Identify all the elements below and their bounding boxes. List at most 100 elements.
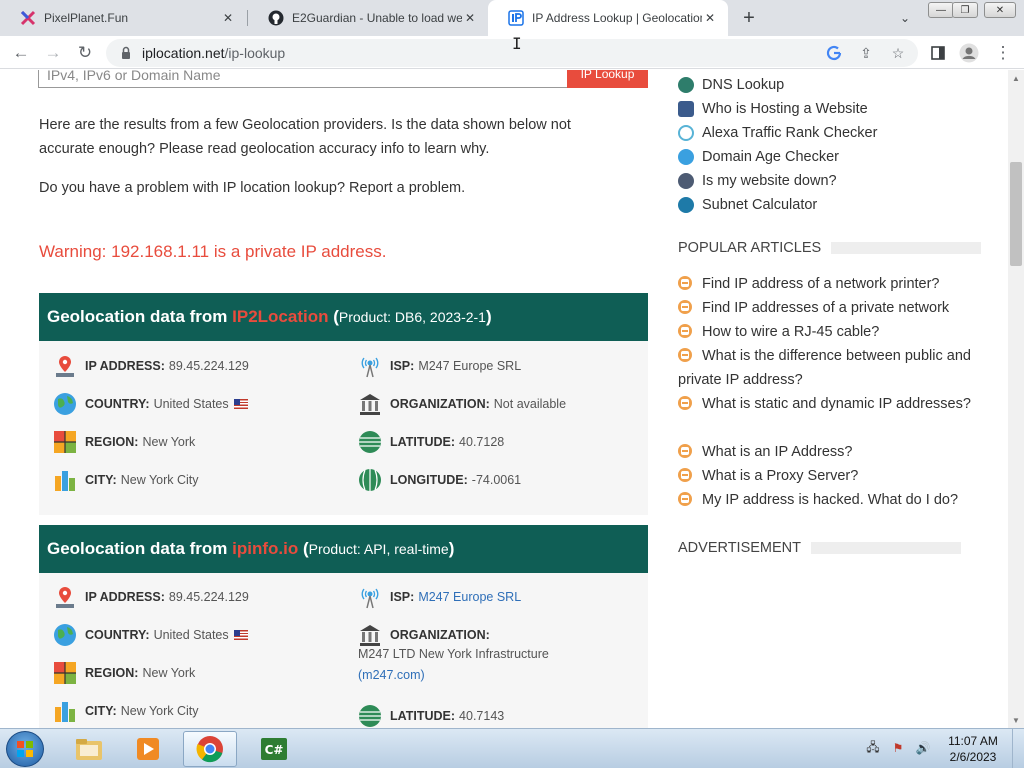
close-window-button[interactable]: ✕ — [984, 2, 1016, 18]
sidebar-item-label: Is my website down? — [702, 173, 837, 189]
article-title: What is the difference between public an… — [678, 348, 971, 388]
page-scrollbar[interactable]: ▲ ▼ — [1008, 70, 1024, 728]
article-link[interactable]: My IP address is hacked. What do I do? — [678, 488, 978, 512]
more-menu-icon[interactable]: ⋮ — [990, 40, 1016, 66]
close-icon[interactable]: ✕ — [220, 10, 236, 26]
longitude-globe-icon — [359, 469, 381, 491]
network-icon[interactable]: 🖧 — [864, 739, 882, 757]
article-link[interactable]: What is an IP Address? — [678, 440, 978, 464]
ip-address-row: IP ADDRESS: 89.45.224.129 — [53, 585, 249, 609]
back-button[interactable]: ← — [8, 40, 34, 66]
action-center-flag-icon[interactable]: ⚑ — [889, 739, 907, 757]
scroll-thumb[interactable] — [1010, 162, 1022, 266]
label: LONGITUDE: — [390, 473, 468, 487]
report-problem-text: Do you have a problem with IP location l… — [39, 180, 466, 196]
heading-text: ADVERTISEMENT — [678, 540, 802, 556]
close-icon[interactable]: ✕ — [702, 10, 718, 26]
alexa-ring-icon — [678, 125, 694, 141]
isp-link[interactable]: M247 Europe SRL — [418, 590, 521, 604]
article-link[interactable]: What is static and dynamic IP addresses? — [678, 392, 978, 416]
label: IP ADDRESS: — [85, 359, 165, 373]
tab-search-chevron-icon[interactable]: ⌄ — [895, 8, 915, 28]
close-icon[interactable]: ✕ — [462, 10, 478, 26]
ipinfo-panel: Geolocation data from ipinfo.io (Product… — [39, 525, 648, 728]
ip-address-row: IP ADDRESS: 89.45.224.129 — [53, 354, 249, 378]
tab-title: E2Guardian - Unable to load web — [292, 11, 462, 25]
provider-link[interactable]: IP2Location — [232, 307, 328, 326]
intro-line-2-pre: accurate enough? Please read — [39, 141, 241, 157]
article-title: What is a Proxy Server? — [702, 468, 859, 484]
url-path: /ip-lookup — [224, 45, 286, 61]
text-cursor-icon: I — [512, 34, 522, 53]
new-tab-button[interactable]: + — [737, 6, 761, 30]
tab-iplocation[interactable]: IP Address Lookup | Geolocation ✕ — [488, 0, 728, 36]
lock-icon[interactable] — [118, 45, 134, 61]
dns-icon — [678, 77, 694, 93]
heading-divider — [811, 542, 962, 554]
ip-lookup-button[interactable]: IP Lookup — [567, 70, 648, 88]
profile-avatar-icon[interactable] — [956, 40, 982, 66]
region-row: REGION: New York — [53, 661, 195, 685]
accuracy-link[interactable]: geolocation accuracy info — [241, 141, 405, 157]
reload-button[interactable]: ↻ — [72, 40, 98, 66]
product-info: Product: DB6, 2023-2-1 — [338, 309, 486, 325]
system-clock[interactable]: 11:07 AM 2/6/2023 — [940, 733, 1006, 765]
scroll-up-arrow-icon[interactable]: ▲ — [1008, 70, 1024, 86]
chrome-icon[interactable] — [183, 731, 237, 767]
label: IP ADDRESS: — [85, 590, 165, 604]
share-icon[interactable]: ⇪ — [856, 43, 876, 63]
scroll-down-arrow-icon[interactable]: ▼ — [1008, 712, 1024, 728]
volume-icon[interactable]: 🔊 — [914, 739, 932, 757]
article-link[interactable]: Find IP address of a network printer? — [678, 272, 978, 296]
tab-e2guardian[interactable]: E2Guardian - Unable to load web ✕ — [248, 0, 488, 36]
sidebar-item-subnet-calculator[interactable]: Subnet Calculator — [678, 197, 817, 213]
sidebar-item-domain-age[interactable]: Domain Age Checker — [678, 149, 839, 165]
sidebar-item-dns-lookup[interactable]: DNS Lookup — [678, 77, 784, 93]
start-button[interactable] — [6, 731, 44, 767]
article-link[interactable]: How to wire a RJ-45 cable? — [678, 320, 978, 344]
country-row: COUNTRY: United States — [53, 623, 248, 647]
show-desktop-button[interactable] — [1012, 729, 1024, 768]
sidebar-item-label: Who is Hosting a Website — [702, 101, 868, 117]
blogger-icon — [678, 324, 692, 338]
antenna-icon — [361, 588, 379, 609]
org-domain-link[interactable]: (m247.com) — [358, 668, 425, 682]
globe-icon — [54, 393, 76, 415]
file-explorer-icon[interactable] — [62, 731, 116, 767]
label: REGION: — [85, 435, 139, 449]
us-flag-icon — [233, 399, 248, 409]
label: LATITUDE: — [390, 435, 456, 449]
organization-row: ORGANIZATION: — [358, 623, 494, 647]
heading-prefix: Geolocation data from — [47, 307, 233, 326]
iplocation-icon — [508, 10, 524, 26]
label: REGION: — [85, 666, 139, 680]
sidebar-item-label: Alexa Traffic Rank Checker — [702, 125, 878, 141]
tab-title: IP Address Lookup | Geolocation — [532, 11, 702, 25]
building-columns-icon — [360, 394, 380, 415]
restore-button[interactable]: ❐ — [952, 2, 978, 18]
provider-link[interactable]: ipinfo.io — [232, 539, 298, 558]
sidebar-item-website-down[interactable]: Is my website down? — [678, 173, 837, 189]
csharp-app-icon[interactable]: C# — [247, 731, 301, 767]
sidebar-item-alexa-rank[interactable]: Alexa Traffic Rank Checker — [678, 125, 877, 141]
minimize-button[interactable]: — — [928, 2, 954, 18]
bookmark-star-icon[interactable]: ☆ — [888, 43, 908, 63]
clock-time: 11:07 AM — [948, 734, 998, 748]
url-text[interactable]: iplocation.net/ip-lookup — [142, 45, 285, 61]
ip-lookup-input[interactable]: IPv4, IPv6 or Domain Name — [38, 70, 568, 88]
private-ip-warning: Warning: 192.168.1.11 is a private IP ad… — [39, 242, 387, 261]
article-link[interactable]: What is a Proxy Server? — [678, 464, 978, 488]
google-icon[interactable] — [824, 43, 844, 63]
side-panel-icon[interactable] — [925, 40, 951, 66]
tab-pixelplanet[interactable]: PixelPlanet.Fun ✕ — [0, 0, 246, 36]
tab-title: PixelPlanet.Fun — [44, 11, 129, 25]
forward-button[interactable]: → — [40, 40, 66, 66]
article-link[interactable]: What is the difference between public an… — [678, 344, 978, 392]
article-link[interactable]: Find IP addresses of a private network — [678, 296, 978, 320]
media-player-icon[interactable] — [122, 731, 176, 767]
intro-text: Here are the results from a few Geolocat… — [39, 113, 571, 161]
organization-row: ORGANIZATION: Not available — [358, 392, 566, 416]
heading-prefix: Geolocation data from — [47, 539, 233, 558]
sidebar-item-hosting[interactable]: Who is Hosting a Website — [678, 101, 868, 117]
panel-heading: Geolocation data from ipinfo.io (Product… — [39, 525, 648, 573]
